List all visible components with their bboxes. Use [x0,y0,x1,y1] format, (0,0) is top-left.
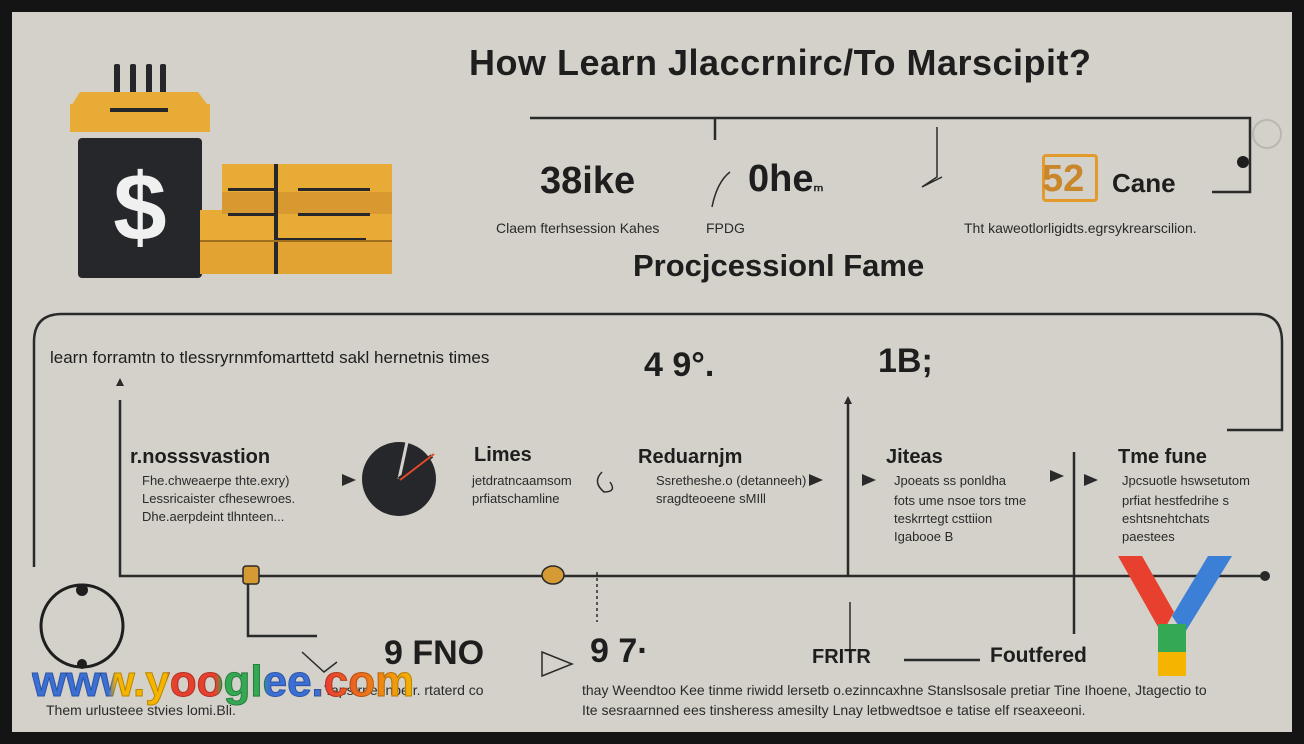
infographic-canvas: $ How Learn Jlaccrnirc/To Marscipit? Pro… [12,12,1292,732]
y-logo-icon [1118,556,1232,676]
watermark-text: www.yooglee.com [31,657,415,707]
